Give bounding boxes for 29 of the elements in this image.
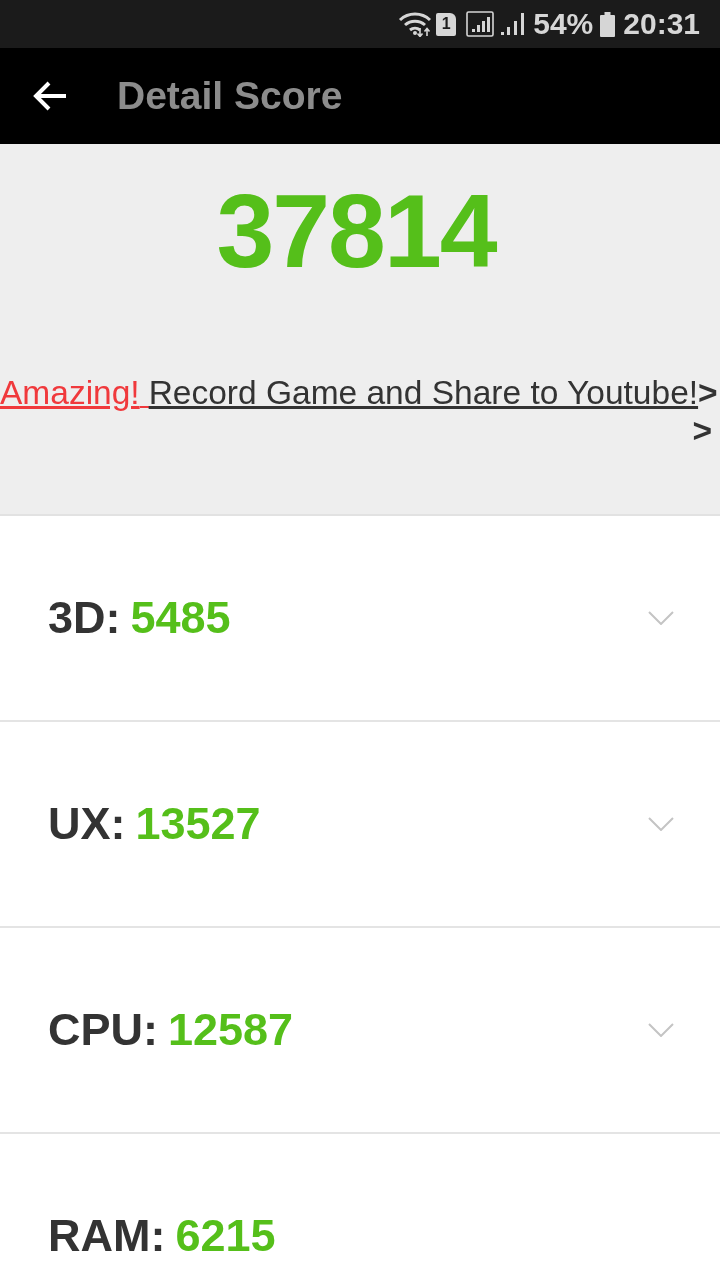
clock-time: 20:31 <box>623 9 700 39</box>
promo-link[interactable]: Record Game and Share to Youtube! <box>148 374 699 412</box>
category-score: 12587 <box>168 1004 294 1056</box>
chevron-down-icon[interactable] <box>648 1023 674 1037</box>
score-row[interactable]: 3D: 5485 <box>0 516 720 722</box>
chevron-down-icon[interactable] <box>648 817 674 831</box>
category-label: 3D: <box>48 592 121 644</box>
chevron-down-icon[interactable] <box>648 611 674 625</box>
back-arrow-icon <box>33 81 67 111</box>
signal-icon <box>466 11 495 37</box>
battery-percent: 54% <box>533 9 594 39</box>
sim-badge: 1 <box>436 12 457 36</box>
more-arrow[interactable]: > <box>698 374 718 412</box>
score-row[interactable]: UX: 13527 <box>0 722 720 928</box>
score-row[interactable]: RAM: 6215 <box>0 1134 720 1280</box>
category-label: RAM: <box>48 1210 166 1262</box>
battery-icon <box>600 11 616 37</box>
more-arrow[interactable]: > <box>692 412 712 450</box>
score-row[interactable]: CPU: 12587 <box>0 928 720 1134</box>
back-button[interactable] <box>33 81 67 111</box>
category-label: CPU: <box>48 1004 158 1056</box>
wifi-icon <box>398 11 433 37</box>
screen-title: Detail Score <box>117 74 343 118</box>
category-label: UX: <box>48 798 126 850</box>
category-score: 13527 <box>135 798 261 850</box>
signal-icon <box>500 12 526 36</box>
category-score: 6215 <box>175 1210 276 1262</box>
total-score: 37814 <box>215 178 498 284</box>
category-score: 5485 <box>130 592 231 644</box>
